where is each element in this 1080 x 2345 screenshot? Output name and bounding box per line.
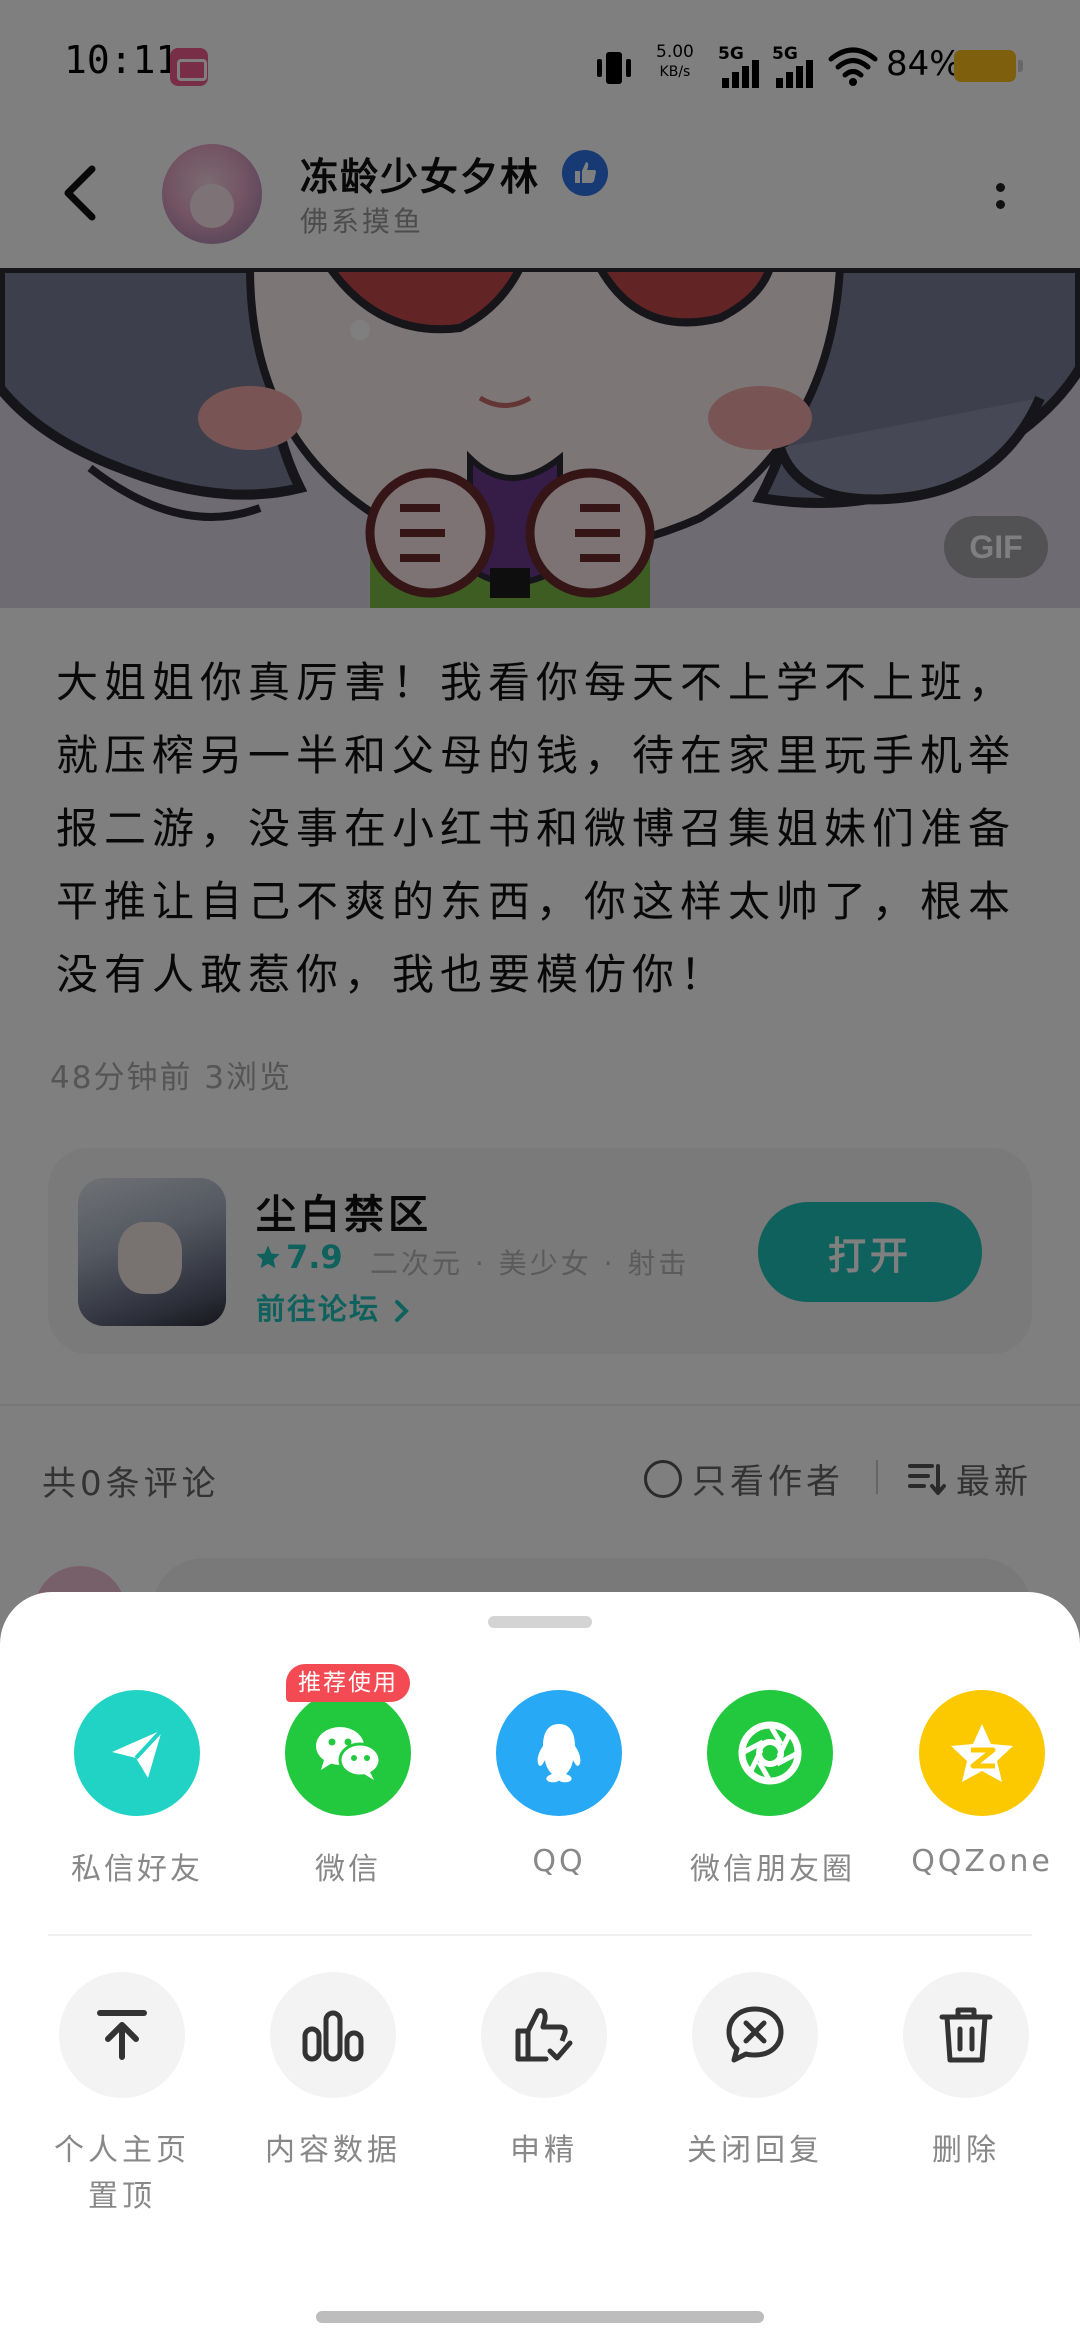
action-pin-to-profile[interactable]: 个人主页置顶 (32, 1972, 212, 2220)
action-circle (270, 1972, 396, 2098)
recommend-badge: 推荐使用 (286, 1664, 410, 1702)
trash-icon (939, 2007, 993, 2063)
action-label: 删除 (932, 2133, 1000, 2168)
share-circle (285, 1690, 411, 1816)
thumbs-up-check-icon (515, 2008, 573, 2062)
action-label: 内容数据 (265, 2133, 401, 2168)
share-circle (919, 1690, 1045, 1816)
action-circle (903, 1972, 1029, 2098)
bar-chart-icon (302, 2010, 364, 2062)
share-label: QQ (532, 1844, 586, 1879)
home-indicator[interactable] (316, 2311, 764, 2323)
share-label: 微信朋友圈 (690, 1852, 855, 1887)
close-comment-icon (726, 2006, 784, 2063)
share-qzone[interactable]: QQZone (902, 1690, 1062, 1879)
action-circle (692, 1972, 818, 2098)
qzone-star-icon (951, 1724, 1013, 1782)
share-private-message[interactable]: 私信好友 (57, 1690, 217, 1888)
action-apply-featured[interactable]: 申精 (454, 1972, 634, 2174)
wechat-icon (316, 1727, 382, 1780)
sheet-drag-handle[interactable] (488, 1616, 592, 1628)
share-circle (496, 1690, 622, 1816)
share-sheet: 私信好友 推荐使用 微信 QQ 微信朋友圈 QQZone 个人主页置顶 内容数据… (0, 1592, 1080, 2345)
pin-top-icon (97, 2010, 147, 2060)
action-delete[interactable]: 删除 (876, 1972, 1056, 2174)
share-label: 私信好友 (71, 1852, 203, 1887)
action-label: 申精 (510, 2133, 578, 2168)
share-wechat-moments[interactable]: 微信朋友圈 (690, 1690, 855, 1888)
share-label: 微信 (315, 1852, 381, 1887)
share-label: QQZone (911, 1844, 1053, 1879)
sheet-divider (48, 1934, 1032, 1936)
action-circle (59, 1972, 185, 2098)
action-content-data[interactable]: 内容数据 (243, 1972, 423, 2174)
share-qq[interactable]: QQ (479, 1690, 639, 1879)
action-label: 个人主页置顶 (54, 2133, 190, 2214)
share-circle (74, 1690, 200, 1816)
qq-penguin-icon (537, 1724, 581, 1783)
action-circle (481, 1972, 607, 2098)
action-label: 关闭回复 (687, 2133, 823, 2168)
action-close-replies[interactable]: 关闭回复 (665, 1972, 845, 2174)
paper-plane-icon (112, 1728, 164, 1778)
share-circle (707, 1690, 833, 1816)
moments-shutter-icon (738, 1721, 802, 1785)
share-wechat[interactable]: 推荐使用 微信 (268, 1664, 428, 1888)
